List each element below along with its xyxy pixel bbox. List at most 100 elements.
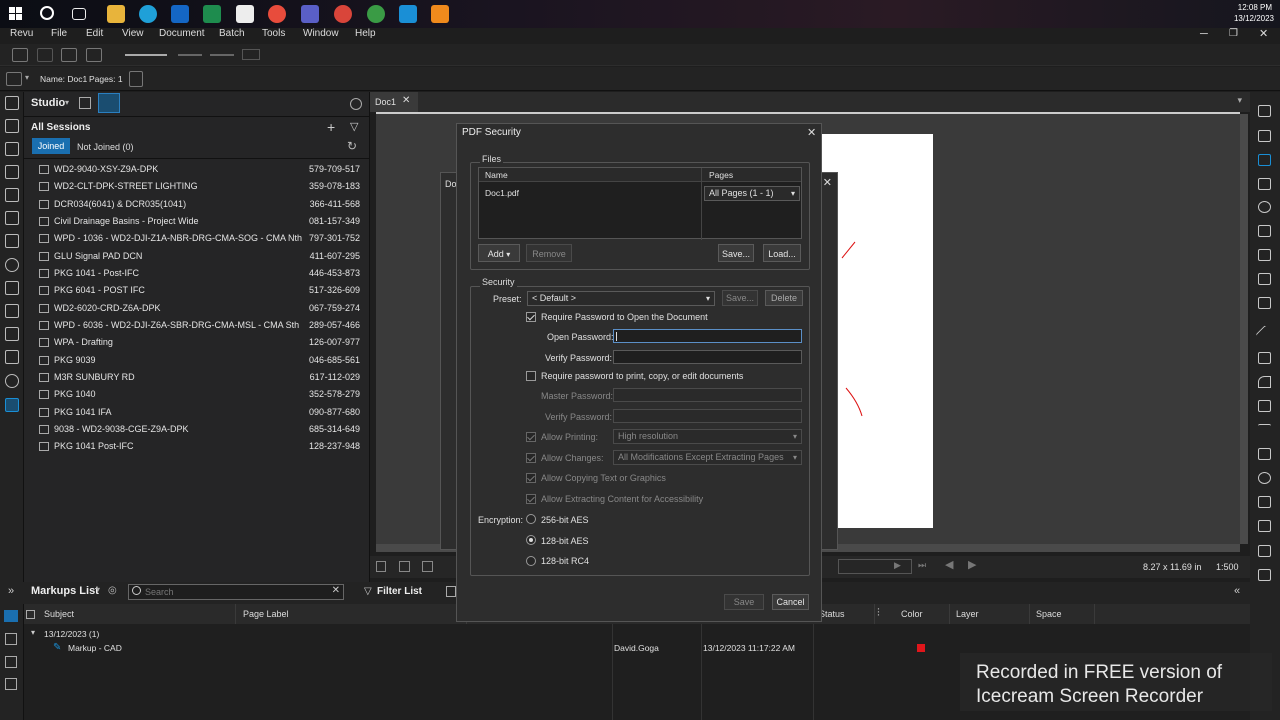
- toolchest-icon[interactable]: [5, 188, 19, 202]
- polygon-tool-icon[interactable]: [1258, 496, 1271, 508]
- allow-printing-checkbox[interactable]: [526, 432, 536, 442]
- layers-icon[interactable]: [5, 165, 19, 179]
- close-window-icon[interactable]: ✕: [1259, 28, 1268, 40]
- add-session-icon[interactable]: +: [327, 119, 335, 135]
- list-item[interactable]: WD2-CLT-DPK-STREET LIGHTING 359-078-183: [37, 178, 367, 195]
- signature-tool-icon[interactable]: [1258, 249, 1271, 261]
- stamp-tool-icon[interactable]: [1258, 201, 1271, 213]
- verify-password2-field[interactable]: [613, 409, 802, 423]
- undo-icon[interactable]: [178, 54, 202, 56]
- settings-icon[interactable]: [5, 258, 19, 272]
- filter-icon[interactable]: ▽: [364, 586, 372, 597]
- teams-icon[interactable]: [301, 5, 319, 23]
- allow-changes-checkbox[interactable]: [526, 453, 536, 463]
- preset-select[interactable]: < Default > ▾: [527, 291, 715, 306]
- tab-joined[interactable]: Joined: [32, 138, 70, 154]
- task-view-icon[interactable]: [72, 8, 86, 20]
- open-password-field[interactable]: [613, 329, 802, 343]
- measure-tool-icon[interactable]: [1258, 569, 1271, 581]
- printing-select[interactable]: High resolution ▾: [613, 429, 802, 444]
- sessions-icon[interactable]: [79, 97, 91, 109]
- image-tool-icon[interactable]: [1258, 273, 1271, 285]
- menu-view[interactable]: View: [122, 28, 144, 40]
- enc-128-rc4-radio[interactable]: [526, 556, 536, 566]
- select-all-checkbox[interactable]: [26, 610, 35, 619]
- file-explorer-icon[interactable]: [107, 5, 125, 23]
- rectangle-tool-icon[interactable]: [1258, 448, 1271, 460]
- menu-help[interactable]: Help: [355, 28, 376, 40]
- column-status[interactable]: Status: [815, 604, 875, 624]
- eraser-tool-icon[interactable]: [1258, 545, 1271, 557]
- revu-icon[interactable]: [399, 5, 417, 23]
- thumbnails-icon[interactable]: [5, 96, 19, 110]
- clear-search-icon[interactable]: ✕: [332, 585, 340, 596]
- list-item[interactable]: PKG 1041 Post-IFC 128-237-948: [37, 438, 367, 455]
- snapshot-tool-icon[interactable]: [1258, 297, 1271, 309]
- recorder-icon[interactable]: [431, 5, 449, 23]
- columns-icon[interactable]: [5, 656, 17, 668]
- chevron-down-icon[interactable]: ▾: [25, 73, 29, 82]
- expand-icon[interactable]: «: [1234, 585, 1240, 597]
- grid-icon[interactable]: [242, 49, 260, 60]
- document-icon[interactable]: [6, 72, 22, 86]
- preset-delete-button[interactable]: Delete: [765, 290, 803, 306]
- redo-icon[interactable]: [210, 54, 234, 56]
- chrome-icon[interactable]: [268, 5, 286, 23]
- sets-icon[interactable]: [5, 350, 19, 364]
- bookmarks-icon[interactable]: [5, 119, 19, 133]
- file-access-icon[interactable]: [5, 142, 19, 156]
- continuous-icon[interactable]: [422, 561, 433, 572]
- load-button[interactable]: Load...: [763, 244, 801, 262]
- enc-128-aes-radio[interactable]: [526, 535, 536, 545]
- ellipse-tool-icon[interactable]: [1258, 472, 1271, 484]
- allow-extracting-checkbox[interactable]: [526, 494, 536, 504]
- open-icon[interactable]: [12, 48, 28, 62]
- back-arrow-icon[interactable]: [125, 54, 167, 56]
- list-item[interactable]: PKG 9039 046-685-561: [37, 352, 367, 369]
- col-pages-header[interactable]: Pages: [709, 170, 733, 180]
- calendar-icon[interactable]: [236, 5, 254, 23]
- list-item[interactable]: WD2-9040-XSY-Z9A-DPK 579-709-517: [37, 161, 367, 178]
- column-layer[interactable]: Layer: [950, 604, 1030, 624]
- collapse-icon[interactable]: »: [8, 585, 14, 597]
- add-button[interactable]: Add ▾: [478, 244, 520, 262]
- enc-256-radio[interactable]: [526, 514, 536, 524]
- search-icon[interactable]: [40, 6, 54, 20]
- excel-icon[interactable]: [203, 5, 221, 23]
- list-item[interactable]: Civil Drainage Basins - Project Wide 081-…: [37, 213, 367, 230]
- next-view-icon[interactable]: ▶: [968, 558, 976, 571]
- changes-select[interactable]: All Modifications Except Extracting Page…: [613, 450, 802, 465]
- batch-print-icon[interactable]: [86, 48, 102, 62]
- column-space[interactable]: Space: [1030, 604, 1095, 624]
- last-page-icon[interactable]: ⏭: [918, 560, 926, 571]
- list-item[interactable]: PKG 1041 IFA 090-877-680: [37, 404, 367, 421]
- list-item[interactable]: PKG 6041 - POST IFC 517-326-609: [37, 282, 367, 299]
- verify-password-field[interactable]: [613, 350, 802, 364]
- save-files-button[interactable]: Save...: [718, 244, 754, 262]
- close-icon[interactable]: ✕: [823, 176, 832, 189]
- chevron-down-icon[interactable]: ▾: [65, 98, 69, 107]
- list-item[interactable]: PKG 1040 352-578-279: [37, 386, 367, 403]
- studio-icon[interactable]: [5, 398, 19, 412]
- projects-icon[interactable]: [98, 93, 120, 113]
- cloud-tool-icon[interactable]: [1258, 520, 1271, 532]
- minimize-icon[interactable]: ─: [1200, 28, 1208, 40]
- menu-revu[interactable]: Revu: [10, 28, 33, 40]
- column-color[interactable]: Color: [895, 604, 950, 624]
- require-permissions-checkbox[interactable]: [526, 371, 536, 381]
- search-panel-icon[interactable]: [5, 374, 19, 388]
- callout-tool-icon[interactable]: [1258, 225, 1271, 237]
- search-input[interactable]: [145, 586, 325, 598]
- list-view-icon[interactable]: [4, 610, 18, 622]
- remove-button[interactable]: Remove: [526, 244, 572, 262]
- chevron-down-icon[interactable]: ▾: [96, 585, 100, 594]
- require-open-password-checkbox[interactable]: [526, 312, 536, 322]
- file-pages-select[interactable]: All Pages (1 - 1) ▾: [704, 186, 800, 201]
- menu-tools[interactable]: Tools: [262, 28, 285, 40]
- menu-document[interactable]: Document: [159, 28, 205, 40]
- col-name-header[interactable]: Name: [485, 170, 508, 180]
- edge-icon[interactable]: [139, 5, 157, 23]
- hide-markups-icon[interactable]: ◎: [108, 585, 117, 596]
- refresh-icon[interactable]: ↻: [347, 139, 357, 153]
- chrome-profile2-icon[interactable]: [367, 5, 385, 23]
